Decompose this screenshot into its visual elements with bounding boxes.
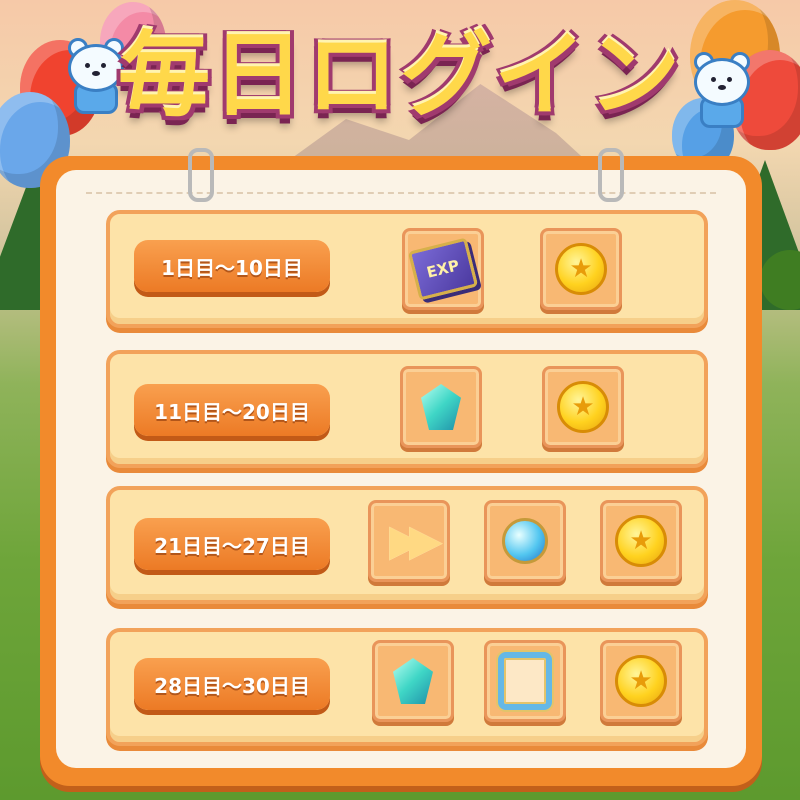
gem-icon <box>393 658 433 704</box>
fast-forward-icon: ▶▶ <box>389 515 443 566</box>
potion-icon <box>502 518 548 564</box>
reward-slot[interactable]: ★ <box>540 228 622 310</box>
reward-slot[interactable] <box>400 366 482 448</box>
coin-icon: ★ <box>615 515 667 567</box>
day-range-label: 28日目〜30日目 <box>134 658 330 710</box>
binder-ring-right <box>598 148 624 202</box>
avatar-frame-icon <box>498 652 552 710</box>
reward-slot[interactable]: ★ <box>542 366 624 448</box>
day-range-label: 1日目〜10日目 <box>134 240 330 292</box>
day-range-label: 21日目〜27日目 <box>134 518 330 570</box>
reward-slot[interactable] <box>372 640 454 722</box>
coin-icon: ★ <box>615 655 667 707</box>
reward-row-4: 28日目〜30日目 ★ <box>106 628 708 746</box>
exp-book-icon: EXP <box>407 237 479 301</box>
coin-icon: ★ <box>557 381 609 433</box>
reward-slot[interactable]: ★ <box>600 500 682 582</box>
page-title: 毎日ログイン <box>117 22 682 129</box>
reward-row-3: 21日目〜27日目 ▶▶ ★ <box>106 486 708 604</box>
reward-slot[interactable] <box>484 640 566 722</box>
coin-icon: ★ <box>555 243 607 295</box>
binder-ring-left <box>188 148 214 202</box>
reward-row-1: 1日目〜10日目 EXP ★ <box>106 210 708 328</box>
reward-slot[interactable]: EXP <box>402 228 484 310</box>
day-range-label: 11日目〜20日目 <box>134 384 330 436</box>
reward-slot[interactable]: ★ <box>600 640 682 722</box>
gem-icon <box>421 384 461 430</box>
reward-slot[interactable]: ▶▶ <box>368 500 450 582</box>
polar-bear-mascot-right <box>690 52 750 128</box>
reward-row-2: 11日目〜20日目 ★ <box>106 350 708 468</box>
reward-slot[interactable] <box>484 500 566 582</box>
